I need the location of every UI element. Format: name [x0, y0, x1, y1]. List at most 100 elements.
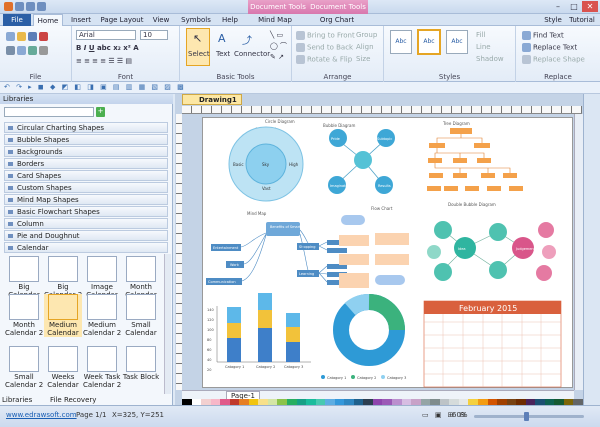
shape-month-calendar[interactable]: Month Calendar: [122, 256, 160, 299]
shape-month-calendar-2[interactable]: Month Calendar 2: [5, 294, 43, 337]
font-size-select[interactable]: 10: [140, 30, 168, 40]
close-button[interactable]: ✕: [582, 1, 598, 12]
drawing-page[interactable]: Circle Diagram Changeable Basic Sky High…: [202, 117, 573, 388]
library-scrollbar[interactable]: [164, 254, 171, 394]
tutorial-menu[interactable]: Tutorial: [566, 14, 598, 26]
find-text-button[interactable]: Find Text: [522, 31, 564, 40]
shape-weeks-calendar[interactable]: Weeks Calendar: [44, 346, 82, 389]
rotate-flip-button[interactable]: Rotate & Flip: [296, 55, 352, 64]
tab-insert[interactable]: Insert: [67, 14, 95, 26]
tab-file[interactable]: File: [3, 14, 31, 26]
bubble-label: Imagination: [330, 184, 351, 188]
bold-button[interactable]: B I U abc x₂ x² A: [76, 44, 139, 52]
print-icon[interactable]: [6, 46, 50, 55]
arrange-group: Bring to Front Send to Back Rotate & Fli…: [292, 26, 384, 82]
circle-diagram-title: Circle Diagram: [265, 119, 295, 124]
shadow-button[interactable]: Shadow: [476, 55, 504, 63]
replace-text-button[interactable]: Replace Text: [522, 43, 577, 52]
tab-mind-map[interactable]: Mind Map: [254, 14, 296, 26]
double-bubble-node: [489, 223, 507, 241]
library-category[interactable]: Column: [4, 218, 168, 229]
shape-image-calendar[interactable]: Image Calendar: [83, 256, 121, 299]
align-button[interactable]: Align: [356, 43, 374, 51]
library-category[interactable]: Borders: [4, 158, 168, 169]
donut-segment: [368, 294, 405, 331]
shape-thumbnail: [9, 256, 39, 282]
double-bubble-node: [542, 245, 556, 259]
shape-big-calendar[interactable]: Big Calendar: [5, 256, 43, 299]
right-side-panel[interactable]: [583, 94, 600, 405]
mind-map-branch-label: Learning: [299, 272, 314, 276]
connector-button[interactable]: Connector: [234, 50, 270, 58]
tab-org-chart[interactable]: Org Chart: [316, 14, 358, 26]
shape-thumbnail: [87, 346, 117, 372]
shape-task-block[interactable]: Task Block: [122, 346, 160, 381]
text-button[interactable]: Text: [216, 50, 230, 58]
donut-legend-marker: [321, 375, 325, 379]
tab-symbols[interactable]: Symbols: [178, 14, 214, 26]
minimize-button[interactable]: –: [550, 1, 566, 12]
send-to-back-button[interactable]: Send to Back: [296, 43, 353, 52]
library-category[interactable]: Mind Map Shapes: [4, 194, 168, 205]
shape-medium-calendar[interactable]: Medium Calendar: [44, 294, 82, 337]
tree-connectors: [434, 134, 511, 173]
find-text-label: Find Text: [533, 31, 564, 40]
size-button[interactable]: Size: [356, 55, 370, 63]
library-category[interactable]: Pie and Doughnut: [4, 230, 168, 241]
tab-page-layout[interactable]: Page Layout: [98, 14, 146, 26]
circle-diagram-bottom-label: Vast: [262, 186, 271, 191]
maximize-button[interactable]: □: [566, 1, 582, 12]
sheet-bar: Page-1: [182, 390, 574, 400]
double-bubble-node: [434, 263, 452, 281]
line-button[interactable]: Line: [476, 43, 491, 51]
replace-shape-button[interactable]: Replace Shape: [522, 55, 585, 64]
secondary-toolbar: ↶ ↷ ▸ ◼ ◆ ◩ ◧ ◨ ▣ ▤ ▥ ▦ ▧ ▨ ▩: [0, 82, 600, 94]
vertical-scrollbar[interactable]: [574, 114, 583, 390]
shape-small-calendar-2[interactable]: Small Calendar 2: [5, 346, 43, 389]
style-swatch-1[interactable]: Abc: [390, 30, 412, 54]
send-to-back-label: Send to Back: [307, 43, 354, 52]
replace-label: Replace: [544, 73, 572, 81]
shape-thumbnail: [48, 346, 78, 372]
library-category[interactable]: Backgrounds: [4, 146, 168, 157]
file-recovery-tab[interactable]: File Recovery: [50, 396, 96, 405]
library-category[interactable]: Bubble Shapes: [4, 134, 168, 145]
shape-week-task-calendar-2[interactable]: Week Task Calendar 2: [83, 346, 121, 389]
library-category-calendar[interactable]: Calendar: [4, 242, 168, 253]
style-swatch-3[interactable]: Abc: [446, 30, 468, 54]
website-link[interactable]: www.edrawsoft.com: [6, 411, 77, 419]
new-icon[interactable]: [6, 32, 50, 41]
align-buttons[interactable]: ≡ ≡ ≡ ≡ ☰ ☰ ▤: [76, 57, 132, 65]
toolbar-icons[interactable]: ↶ ↷ ▸ ◼ ◆ ◩ ◧ ◨ ▣ ▤ ▥ ▦ ▧ ▨ ▩: [4, 83, 186, 91]
cursor-coordinates: X=325, Y=251: [112, 411, 164, 419]
tab-view[interactable]: View: [150, 14, 172, 26]
drawing-tools-icons[interactable]: ╲ ▭ ◯ ⌒ ✎ ↗: [270, 30, 287, 63]
horizontal-ruler: [182, 106, 582, 114]
group-button[interactable]: Group: [356, 31, 377, 39]
style-menu[interactable]: Style: [540, 14, 566, 26]
mind-map-branch-label: Work: [230, 263, 240, 267]
library-category[interactable]: Circular Charting Shapes: [4, 122, 168, 133]
zoom-slider[interactable]: [474, 415, 584, 418]
y-tick: 80: [207, 338, 211, 342]
mind-map-branch-label: Shopping: [299, 245, 315, 249]
bring-to-front-button[interactable]: Bring to Front: [296, 31, 355, 40]
libraries-bottom-tab[interactable]: Libraries: [2, 396, 32, 405]
library-search-input[interactable]: [4, 107, 94, 117]
library-category[interactable]: Card Shapes: [4, 170, 168, 181]
double-bubble-node: [536, 265, 552, 281]
document-tab[interactable]: Drawing1: [182, 94, 242, 105]
shape-small-calendar[interactable]: Small Calendar: [122, 294, 160, 337]
fill-button[interactable]: Fill: [476, 31, 485, 39]
bubble-label: Subtopic: [377, 137, 392, 141]
shape-medium-calendar-2[interactable]: Medium Calendar 2: [83, 294, 121, 337]
library-category[interactable]: Basic Flowchart Shapes: [4, 206, 168, 217]
add-library-icon[interactable]: +: [96, 107, 105, 117]
font-name-select[interactable]: Arial: [76, 30, 136, 40]
library-category[interactable]: Custom Shapes: [4, 182, 168, 193]
tab-help[interactable]: Help: [218, 14, 242, 26]
style-swatch-2[interactable]: Abc: [417, 29, 441, 55]
tab-home[interactable]: Home: [33, 14, 63, 26]
shape-big-calendar-2[interactable]: Big Calendar 2: [44, 256, 82, 299]
zoom-slider-thumb[interactable]: [524, 412, 529, 421]
